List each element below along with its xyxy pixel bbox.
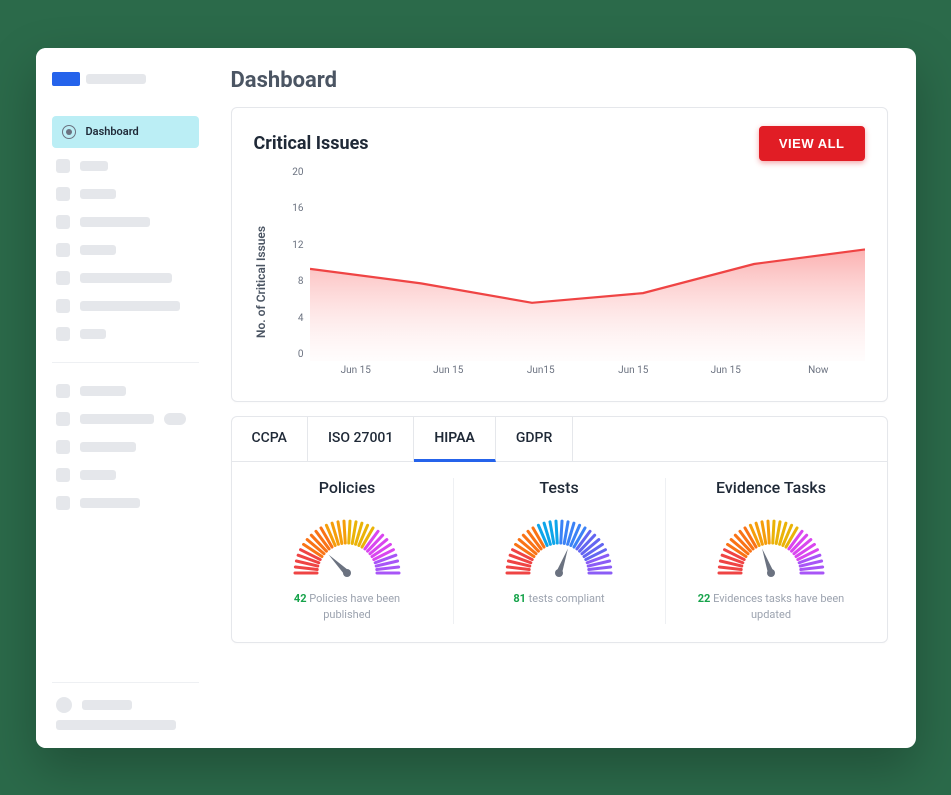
sidebar-item-placeholder[interactable] (56, 440, 199, 454)
sidebar-item-dashboard[interactable]: Dashboard (52, 116, 199, 148)
avatar (56, 697, 72, 713)
sidebar-user[interactable] (56, 697, 199, 713)
page-title: Dashboard (231, 68, 888, 93)
chart-svg (310, 167, 865, 361)
gauge-caption: 42 Policies have been published (272, 591, 422, 624)
logo-mark (52, 72, 80, 86)
sidebar-item-placeholder[interactable] (56, 299, 199, 313)
critical-issues-card: Critical Issues VIEW ALL No. of Critical… (231, 107, 888, 402)
gauge-icon (62, 125, 76, 139)
sidebar-item-placeholder[interactable] (56, 187, 199, 201)
sidebar-divider (52, 682, 199, 683)
sidebar-item-placeholder[interactable] (56, 496, 199, 510)
gauge-caption: 22 Evidences tasks have been updated (696, 591, 846, 624)
gauge-policies: Policies 42 Policies have been published (242, 478, 453, 624)
chart-x-ticks: Jun 15Jun 15Jun15Jun 15Jun 15Now (310, 365, 865, 387)
gauge-caption: 81 tests compliant (484, 591, 634, 608)
chart-y-ticks: 201612840 (280, 167, 308, 361)
sidebar-footer-text-placeholder (56, 720, 176, 730)
tab-gdpr[interactable]: GDPR (496, 417, 573, 461)
gauge-value: 81 (513, 592, 526, 605)
sidebar-item-label: Dashboard (86, 125, 139, 138)
gauge-title: Policies (254, 478, 441, 497)
gauge-value: 42 (294, 592, 307, 605)
view-all-button[interactable]: VIEW ALL (759, 126, 865, 161)
gauge-tests: Tests 81 tests compliant (453, 478, 665, 624)
sidebar-footer (52, 668, 199, 730)
sidebar-item-placeholder[interactable] (56, 384, 199, 398)
logo-text-placeholder (86, 74, 146, 84)
sidebar-item-placeholder[interactable] (56, 271, 199, 285)
sidebar-item-placeholder[interactable] (56, 327, 199, 341)
tab-ccpa[interactable]: CCPA (232, 417, 308, 461)
sidebar-item-placeholder[interactable] (56, 412, 199, 426)
critical-issues-title: Critical Issues (254, 133, 369, 154)
gauge-title: Tests (466, 478, 653, 497)
sidebar: Dashboard (36, 48, 211, 748)
app-window: Dashboard Dashboard Critical Issues VIEW… (36, 48, 916, 748)
tab-hipaa[interactable]: HIPAA (414, 417, 496, 462)
gauge-title: Evidence Tasks (678, 478, 865, 497)
compliance-card: CCPAISO 27001HIPAAGDPR Policies 42 Polici… (231, 416, 888, 643)
critical-issues-chart: No. of Critical Issues 201612840 (254, 167, 865, 387)
sidebar-item-placeholder[interactable] (56, 215, 199, 229)
compliance-tabs: CCPAISO 27001HIPAAGDPR (232, 417, 887, 462)
gauge-evidence-tasks: Evidence Tasks 22 Evidences tasks have be… (665, 478, 877, 624)
sidebar-item-placeholder[interactable] (56, 468, 199, 482)
sidebar-item-placeholder[interactable] (56, 159, 199, 173)
sidebar-divider (52, 362, 199, 363)
logo (52, 72, 199, 86)
sidebar-item-placeholder[interactable] (56, 243, 199, 257)
chart-y-axis-label: No. of Critical Issues (254, 167, 268, 387)
tab-iso-27001[interactable]: ISO 27001 (308, 417, 414, 461)
main-content: Dashboard Critical Issues VIEW ALL No. o… (211, 48, 916, 748)
gauge-row: Policies 42 Policies have been published T… (232, 462, 887, 624)
gauge-value: 22 (698, 592, 711, 605)
